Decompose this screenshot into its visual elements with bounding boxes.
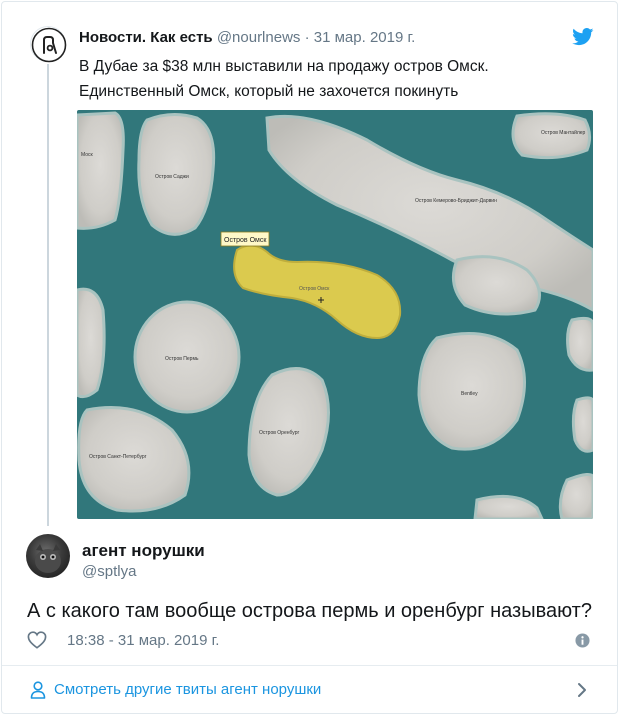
header-separator: · [304, 29, 310, 46]
label-omsk: Остров Омск [299, 286, 330, 292]
more-tweets-label[interactable]: Смотреть другие твиты агент норушки [54, 681, 321, 698]
reply-author-name[interactable]: агент норушки [82, 541, 205, 561]
logo-icon [31, 27, 67, 63]
parent-tweet-text: В Дубае за $38 млн выставили на продажу … [79, 54, 599, 104]
reply-tweet-text: А с какого там вообще острова пермь и ор… [27, 600, 592, 622]
parent-tweet-date[interactable]: 31 мар. 2019 г. [314, 29, 416, 46]
heart-icon[interactable] [27, 631, 47, 649]
reply-author-handle[interactable]: @sptlya [82, 563, 136, 580]
label-right: Bentley [461, 391, 478, 397]
label-orenburg: Остров Оренбург [259, 430, 299, 436]
parent-tweet-text-line-2: Единственный Омск, который не захочется … [79, 83, 459, 100]
parent-author-handle[interactable]: @nourlnews [217, 29, 301, 46]
twitter-bird-icon[interactable] [572, 28, 594, 46]
more-tweets-link[interactable]: Смотреть другие твиты агент норушки [2, 666, 617, 713]
parent-author-name[interactable]: Новости. Как есть [79, 29, 213, 46]
label-sadzhi: Остров Саджи [155, 174, 189, 180]
island-right-edge-2 [571, 396, 593, 453]
reply-author-avatar[interactable] [26, 534, 70, 578]
label-perm: Остров Пермь [165, 356, 199, 362]
reply-timestamp[interactable]: 18:38 - 31 мар. 2019 г. [67, 632, 219, 649]
satellite-map: Остров Саджи Моск Остров Кемерово-Бриджи… [77, 110, 593, 519]
avatar-image [35, 544, 61, 573]
tweet-media-image[interactable]: Остров Саджи Моск Остров Кемерово-Бриджи… [77, 110, 593, 519]
label-mantiler: Остров Мантайлер [541, 129, 586, 136]
label-mosk: Моск [81, 152, 94, 158]
island-left-top [77, 111, 125, 230]
map-tooltip: Остров Омск [224, 237, 267, 244]
tweet-embed-card: Новости. Как есть @nourlnews · 31 мар. 2… [1, 1, 618, 714]
chevron-right-icon[interactable] [576, 682, 588, 698]
island-left-mid [77, 287, 106, 399]
parent-author-avatar[interactable] [30, 26, 67, 63]
thread-connector-line [47, 64, 49, 526]
label-spb: Остров Санкт-Петербург [89, 454, 147, 460]
island-bottom-right [558, 473, 593, 519]
parent-tweet-header: Новости. Как есть @nourlnews · 31 мар. 2… [79, 29, 415, 46]
label-kemerovo: Остров Кемерово-Бриджит-Дарвин [415, 198, 497, 204]
parent-tweet-text-line-1: В Дубае за $38 млн выставили на продажу … [79, 58, 489, 75]
info-icon[interactable] [575, 633, 590, 648]
person-icon [30, 681, 46, 699]
